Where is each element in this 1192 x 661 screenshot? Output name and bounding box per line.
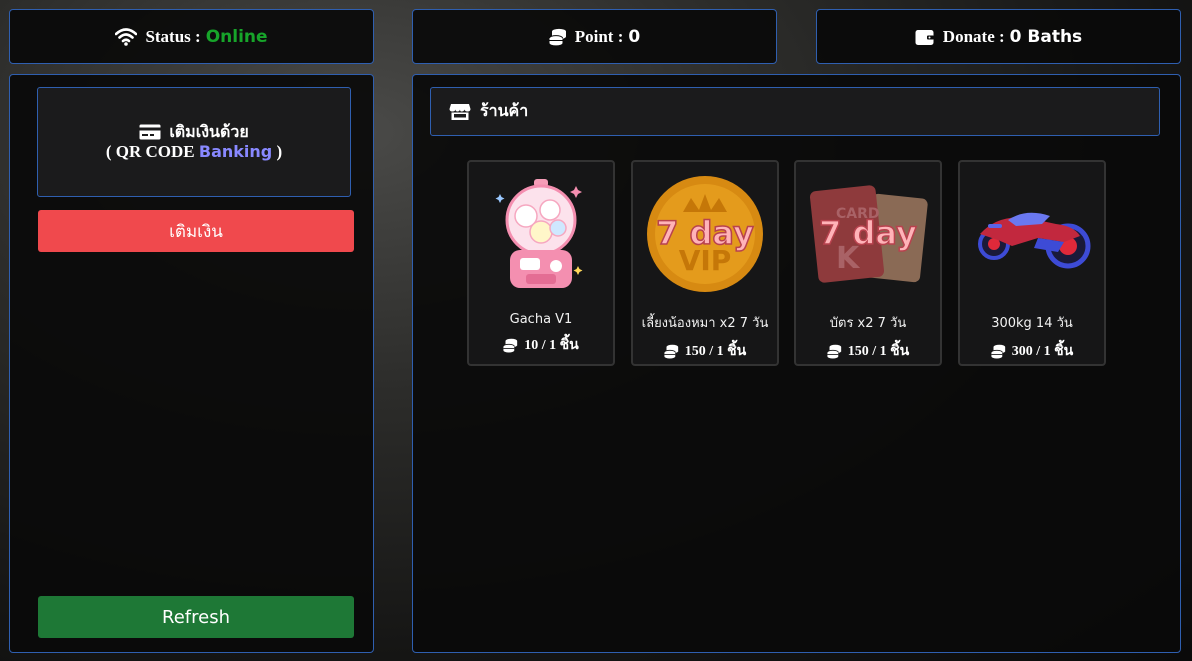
- status-value: Online: [205, 26, 268, 47]
- shop-item-dog-x2[interactable]: VIP 7 day เลี้ยงน้องหมา x2 7 วัน 150 / 1…: [631, 160, 779, 366]
- status-bar: Status : Online: [9, 9, 374, 64]
- item-price-text: 150 / 1 ชิ้น: [684, 344, 747, 359]
- item-price-text: 150 / 1 ชิ้น: [847, 344, 910, 359]
- topup-panel: เติมเงินด้วย ( QR CODE Banking ) เติมเงิ…: [9, 74, 374, 653]
- topup-title: เติมเงินด้วย: [169, 122, 249, 141]
- shop-title: ร้านค้า: [480, 101, 529, 120]
- item-name: บัตร x2 7 วัน: [829, 316, 907, 331]
- shop-item-300kg[interactable]: 300kg 14 วัน 300 / 1 ชิ้น: [958, 160, 1106, 366]
- badge-text: 7 day: [656, 214, 754, 252]
- item-name: เลี้ยงน้องหมา x2 7 วัน: [641, 316, 769, 331]
- topup-subtitle-suffix: ): [276, 142, 283, 161]
- coins-icon: [548, 28, 566, 45]
- credit-card-icon: [139, 124, 161, 140]
- donate-label: Donate :: [942, 26, 1005, 46]
- item-price: 10 / 1 ชิ้น: [503, 334, 579, 356]
- topup-subtitle-prefix: ( QR CODE: [105, 142, 195, 161]
- item-name: 300kg 14 วัน: [991, 316, 1073, 331]
- item-price: 150 / 1 ชิ้น: [826, 340, 910, 362]
- vip-coin-image: VIP 7 day: [640, 169, 770, 299]
- donate-value: 0 Baths: [1009, 26, 1083, 47]
- coins-icon: [826, 344, 841, 358]
- shop-item-card-x2[interactable]: CARD K 7 day บัตร x2 7 วัน 150 / 1 ชิ้น: [794, 160, 942, 366]
- point-label: Point :: [574, 26, 624, 46]
- coins-icon: [990, 344, 1005, 358]
- donate-bar: Donate : 0 Baths: [816, 9, 1181, 64]
- topup-button[interactable]: เติมเงิน: [38, 210, 354, 252]
- store-icon: [449, 103, 471, 120]
- coins-icon: [663, 344, 678, 358]
- item-price: 150 / 1 ชิ้น: [663, 340, 747, 362]
- topup-info-box: เติมเงินด้วย ( QR CODE Banking ): [37, 87, 351, 197]
- point-bar: Point : 0: [412, 9, 777, 64]
- shop-header: ร้านค้า: [430, 87, 1160, 136]
- gacha-machine-image: [476, 169, 606, 299]
- refresh-button[interactable]: Refresh: [38, 596, 354, 638]
- point-value: 0: [628, 26, 641, 47]
- item-price-text: 300 / 1 ชิ้น: [1011, 344, 1074, 359]
- wallet-icon: [915, 29, 934, 45]
- coins-icon: [503, 338, 518, 352]
- shop-panel: ร้านค้า Gacha V1 10 / 1 ชิ้น VIP 7 day เ…: [412, 74, 1181, 653]
- status-label: Status :: [145, 26, 201, 46]
- item-price: 300 / 1 ชิ้น: [990, 340, 1074, 362]
- topup-subtitle: ( QR CODE Banking ): [106, 142, 282, 162]
- item-price-text: 10 / 1 ชิ้น: [524, 338, 579, 353]
- shop-item-gacha[interactable]: Gacha V1 10 / 1 ชิ้น: [467, 160, 615, 366]
- motorbike-image: [967, 169, 1097, 299]
- banking-highlight: Banking: [198, 142, 273, 161]
- wifi-icon: [115, 27, 138, 46]
- badge-text: 7 day: [819, 214, 917, 252]
- item-name: Gacha V1: [509, 312, 573, 327]
- cards-image: CARD K 7 day: [803, 169, 933, 299]
